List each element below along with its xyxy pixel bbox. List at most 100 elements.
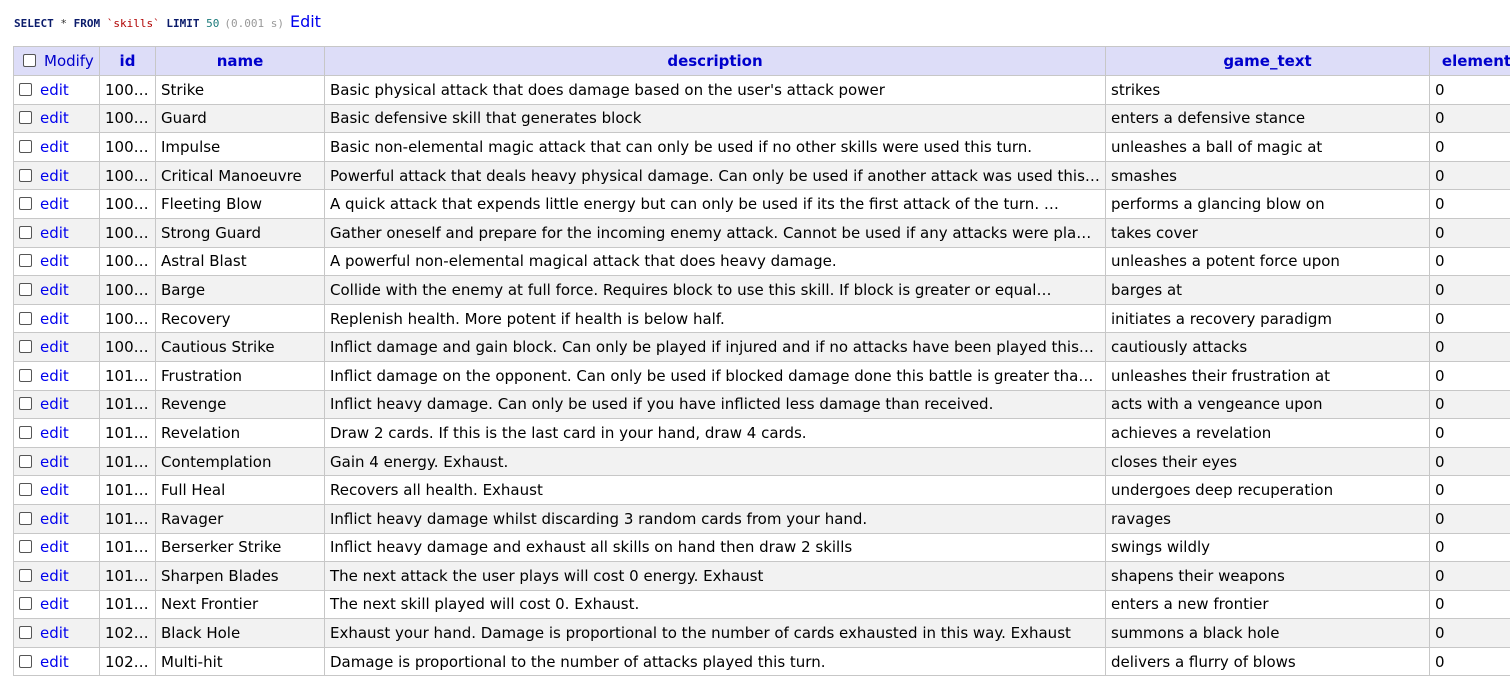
row-checkbox[interactable] [19, 197, 32, 210]
row-edit-link[interactable]: edit [40, 653, 69, 671]
cell-id: 10170 [100, 562, 156, 591]
cell-description: Powerful attack that deals heavy physica… [325, 161, 1106, 190]
row-edit-link[interactable]: edit [40, 167, 69, 185]
cell-element: 0 [1430, 419, 1510, 448]
row-checkbox[interactable] [19, 283, 32, 296]
row-checkbox[interactable] [19, 369, 32, 382]
column-header-name-label[interactable]: name [217, 52, 264, 70]
row-modify-cell: edit [14, 504, 100, 533]
row-checkbox[interactable] [19, 397, 32, 410]
table-body: edit10000StrikeBasic physical attack tha… [14, 76, 1510, 676]
cell-id: 10090 [100, 333, 156, 362]
table-row: edit10180Next FrontierThe next skill pla… [14, 590, 1510, 619]
column-header-element-label[interactable]: element [1442, 52, 1510, 70]
cell-id: 10020 [100, 133, 156, 162]
table-row: edit10010GuardBasic defensive skill that… [14, 104, 1510, 133]
row-checkbox[interactable] [19, 140, 32, 153]
row-checkbox[interactable] [19, 512, 32, 525]
column-header-id[interactable]: id [100, 47, 156, 76]
row-modify-cell: edit [14, 590, 100, 619]
row-edit-link[interactable]: edit [40, 538, 69, 556]
row-checkbox[interactable] [19, 169, 32, 182]
row-checkbox[interactable] [19, 111, 32, 124]
cell-description: The next skill played will cost 0. Exhau… [325, 590, 1106, 619]
row-checkbox[interactable] [19, 655, 32, 668]
cell-id: 10080 [100, 304, 156, 333]
row-edit-link[interactable]: edit [40, 252, 69, 270]
row-edit-link[interactable]: edit [40, 195, 69, 213]
row-checkbox[interactable] [19, 455, 32, 468]
row-edit-link[interactable]: edit [40, 224, 69, 242]
cell-id: 10140 [100, 476, 156, 505]
cell-game-text: unleashes their frustration at [1106, 361, 1430, 390]
cell-element: 0 [1430, 161, 1510, 190]
table-row: edit10160Berserker StrikeInflict heavy d… [14, 533, 1510, 562]
row-checkbox[interactable] [19, 569, 32, 582]
row-checkbox[interactable] [19, 226, 32, 239]
row-checkbox[interactable] [19, 540, 32, 553]
sql-limit-keyword: LIMIT [166, 17, 199, 30]
cell-description: Collide with the enemy at full force. Re… [325, 276, 1106, 305]
cell-id: 10030 [100, 161, 156, 190]
cell-name: Guard [156, 104, 325, 133]
row-edit-link[interactable]: edit [40, 81, 69, 99]
cell-game-text: unleashes a potent force upon [1106, 247, 1430, 276]
column-header-game-text[interactable]: game_text [1106, 47, 1430, 76]
cell-name: Strike [156, 76, 325, 105]
row-edit-link[interactable]: edit [40, 510, 69, 528]
column-header-id-label[interactable]: id [120, 52, 136, 70]
cell-id: 10060 [100, 247, 156, 276]
row-checkbox[interactable] [19, 426, 32, 439]
row-edit-link[interactable]: edit [40, 481, 69, 499]
cell-description: Inflict damage and gain block. Can only … [325, 333, 1106, 362]
cell-description: Inflict heavy damage. Can only be used i… [325, 390, 1106, 419]
modify-header-label[interactable]: Modify [44, 52, 94, 70]
row-edit-link[interactable]: edit [40, 424, 69, 442]
column-header-description-label[interactable]: description [667, 52, 762, 70]
row-checkbox[interactable] [19, 340, 32, 353]
cell-description: The next attack the user plays will cost… [325, 562, 1106, 591]
cell-name: Strong Guard [156, 218, 325, 247]
column-header-name[interactable]: name [156, 47, 325, 76]
sql-limit-value: 50 [206, 17, 219, 30]
cell-id: 10150 [100, 504, 156, 533]
row-edit-link[interactable]: edit [40, 624, 69, 642]
cell-name: Recovery [156, 304, 325, 333]
row-edit-link[interactable]: edit [40, 281, 69, 299]
column-header-game-text-label[interactable]: game_text [1223, 52, 1311, 70]
row-checkbox[interactable] [19, 483, 32, 496]
cell-description: Exhaust your hand. Damage is proportiona… [325, 619, 1106, 648]
column-header-element[interactable]: element [1430, 47, 1510, 76]
column-header-description[interactable]: description [325, 47, 1106, 76]
row-edit-link[interactable]: edit [40, 367, 69, 385]
row-checkbox[interactable] [19, 626, 32, 639]
cell-name: Next Frontier [156, 590, 325, 619]
cell-element: 0 [1430, 590, 1510, 619]
select-all-checkbox[interactable] [23, 54, 36, 67]
cell-element: 0 [1430, 104, 1510, 133]
row-edit-link[interactable]: edit [40, 138, 69, 156]
cell-element: 0 [1430, 476, 1510, 505]
row-edit-link[interactable]: edit [40, 595, 69, 613]
row-edit-link[interactable]: edit [40, 109, 69, 127]
row-edit-link[interactable]: edit [40, 567, 69, 585]
cell-name: Contemplation [156, 447, 325, 476]
row-edit-link[interactable]: edit [40, 338, 69, 356]
row-edit-link[interactable]: edit [40, 310, 69, 328]
row-checkbox[interactable] [19, 254, 32, 267]
row-modify-cell: edit [14, 247, 100, 276]
row-checkbox[interactable] [19, 83, 32, 96]
modify-header: Modify [14, 47, 100, 76]
cell-element: 0 [1430, 218, 1510, 247]
row-checkbox[interactable] [19, 597, 32, 610]
cell-element: 0 [1430, 304, 1510, 333]
table-row: edit10120RevelationDraw 2 cards. If this… [14, 419, 1510, 448]
row-checkbox[interactable] [19, 312, 32, 325]
row-edit-link[interactable]: edit [40, 395, 69, 413]
cell-id: 10210 [100, 647, 156, 676]
row-modify-cell: edit [14, 76, 100, 105]
cell-description: Recovers all health. Exhaust [325, 476, 1106, 505]
edit-query-link[interactable]: Edit [290, 12, 321, 31]
row-edit-link[interactable]: edit [40, 453, 69, 471]
cell-game-text: takes cover [1106, 218, 1430, 247]
